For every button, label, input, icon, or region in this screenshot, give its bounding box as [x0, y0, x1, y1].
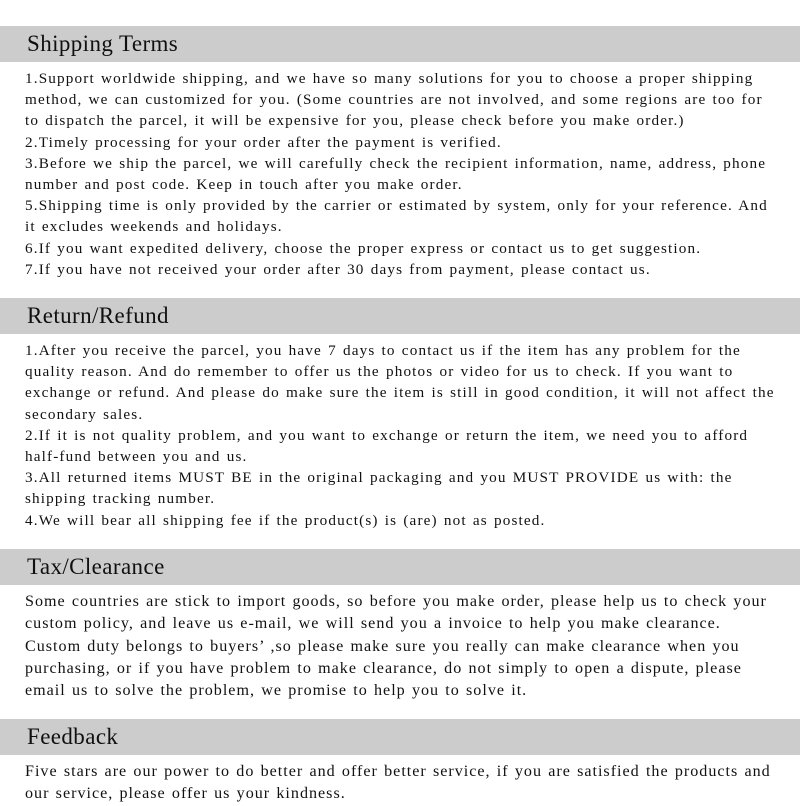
section-spacer-1: [0, 280, 800, 298]
section-text-tax-clearance: Some countries are stick to import goods…: [25, 592, 774, 700]
section-heading-shipping-terms: Shipping Terms: [27, 31, 179, 56]
section-header-shipping-terms: Shipping Terms: [0, 26, 800, 62]
section-body-return-refund: 1.After you receive the parcel, you have…: [0, 334, 800, 531]
section-header-feedback: Feedback: [0, 718, 800, 755]
section-header-tax-clearance: Tax/Clearance: [0, 548, 800, 585]
section-heading-tax-clearance: Tax/Clearance: [27, 553, 165, 579]
section-text-return-refund: 1.After you receive the parcel, you have…: [25, 342, 775, 529]
section-text-feedback: Five stars are our power to do better an…: [25, 762, 777, 803]
section-header-return-refund: Return/Refund: [0, 298, 800, 335]
section-spacer-3: [0, 703, 800, 719]
section-return-refund: Return/Refund 1.After you receive the pa…: [0, 298, 800, 531]
section-spacer-2: [0, 531, 800, 549]
section-body-shipping-terms: 1.Support worldwide shipping, and we hav…: [0, 62, 800, 280]
section-body-tax-clearance: Some countries are stick to import goods…: [0, 585, 800, 703]
section-shipping-terms: Shipping Terms 1.Support worldwide shipp…: [0, 26, 800, 280]
policy-document-page: Shipping Terms 1.Support worldwide shipp…: [0, 0, 800, 802]
section-heading-return-refund: Return/Refund: [27, 303, 169, 329]
section-text-shipping-terms: 1.Support worldwide shipping, and we hav…: [25, 70, 768, 278]
section-heading-feedback: Feedback: [27, 723, 119, 749]
section-feedback: Feedback Five stars are our power to do …: [0, 718, 800, 806]
section-tax-clearance: Tax/Clearance Some countries are stick t…: [0, 548, 800, 703]
section-body-feedback: Five stars are our power to do better an…: [0, 755, 800, 806]
